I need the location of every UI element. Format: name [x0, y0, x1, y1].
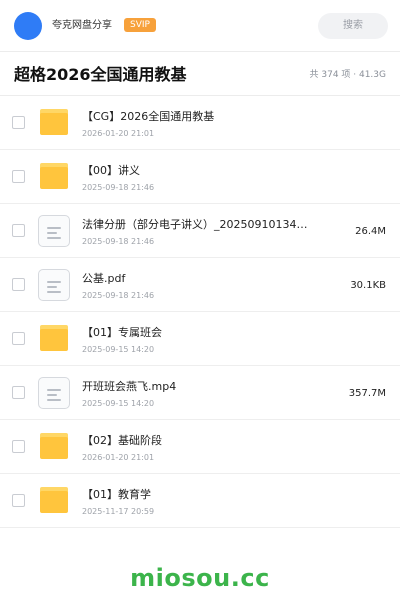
file-date: 2025-09-15 14:20: [82, 399, 155, 408]
share-owner-name: 夸克网盘分享: [52, 20, 112, 31]
row-checkbox[interactable]: [12, 440, 25, 453]
file-date: 2025-09-18 21:46: [82, 183, 155, 192]
folder-icon: [40, 487, 68, 513]
folder-title-bar: 超格2026全国通用教基 共 374 项 · 41.3G: [0, 52, 400, 96]
document-icon: [38, 377, 70, 409]
file-size: 357.7M: [348, 388, 386, 399]
file-name: 【01】教育学: [82, 488, 151, 501]
folder-row[interactable]: 【01】教育学 2025-11-17 20:59: [0, 474, 400, 528]
row-checkbox[interactable]: [12, 494, 25, 507]
watermark: miosou.cc: [130, 564, 270, 592]
file-date: 2026-01-20 21:01: [82, 129, 155, 138]
folder-icon: [40, 163, 68, 189]
folder-meta: 共 374 项 · 41.3G: [309, 70, 387, 80]
svip-badge: SVIP: [124, 18, 156, 32]
file-date: 2026-01-20 21:01: [82, 453, 155, 462]
file-name: 开班班会燕飞.mp4: [82, 380, 177, 393]
folder-row[interactable]: 【02】基础阶段 2026-01-20 21:01: [0, 420, 400, 474]
file-name: 法律分册（部分电子讲义）_2025091013403…: [82, 218, 312, 231]
file-row[interactable]: 公基.pdf 2025-09-18 21:46 30.1KB: [0, 258, 400, 312]
file-date: 2025-09-18 21:46: [82, 237, 155, 246]
folder-row[interactable]: 【00】讲义 2025-09-18 21:46: [0, 150, 400, 204]
document-icon: [38, 269, 70, 301]
search-button[interactable]: 搜索: [318, 13, 388, 39]
page-title: 超格2026全国通用教基: [14, 65, 187, 84]
file-date: 2025-11-17 20:59: [82, 507, 155, 516]
file-row[interactable]: 法律分册（部分电子讲义）_2025091013403… 2025-09-18 2…: [0, 204, 400, 258]
avatar[interactable]: [14, 12, 42, 40]
file-name: 公基.pdf: [82, 272, 126, 285]
row-checkbox[interactable]: [12, 224, 25, 237]
file-list: 【CG】2026全国通用教基 2026-01-20 21:01 【00】讲义 2…: [0, 96, 400, 528]
file-name: 【01】专属班会: [82, 326, 162, 339]
file-size: 30.1KB: [350, 280, 386, 291]
row-checkbox[interactable]: [12, 278, 25, 291]
folder-icon: [40, 325, 68, 351]
document-icon: [38, 215, 70, 247]
folder-icon: [40, 109, 68, 135]
folder-row[interactable]: 【01】专属班会 2025-09-15 14:20: [0, 312, 400, 366]
file-name: 【CG】2026全国通用教基: [82, 110, 215, 123]
row-checkbox[interactable]: [12, 332, 25, 345]
file-row[interactable]: 开班班会燕飞.mp4 2025-09-15 14:20 357.7M: [0, 366, 400, 420]
folder-icon: [40, 433, 68, 459]
folder-row[interactable]: 【CG】2026全国通用教基 2026-01-20 21:01: [0, 96, 400, 150]
file-name: 【00】讲义: [82, 164, 140, 177]
row-checkbox[interactable]: [12, 386, 25, 399]
row-checkbox[interactable]: [12, 116, 25, 129]
file-size: 26.4M: [355, 226, 386, 237]
file-name: 【02】基础阶段: [82, 434, 162, 447]
file-date: 2025-09-18 21:46: [82, 291, 155, 300]
row-checkbox[interactable]: [12, 170, 25, 183]
top-header: 夸克网盘分享 SVIP 搜索: [0, 0, 400, 52]
file-date: 2025-09-15 14:20: [82, 345, 155, 354]
